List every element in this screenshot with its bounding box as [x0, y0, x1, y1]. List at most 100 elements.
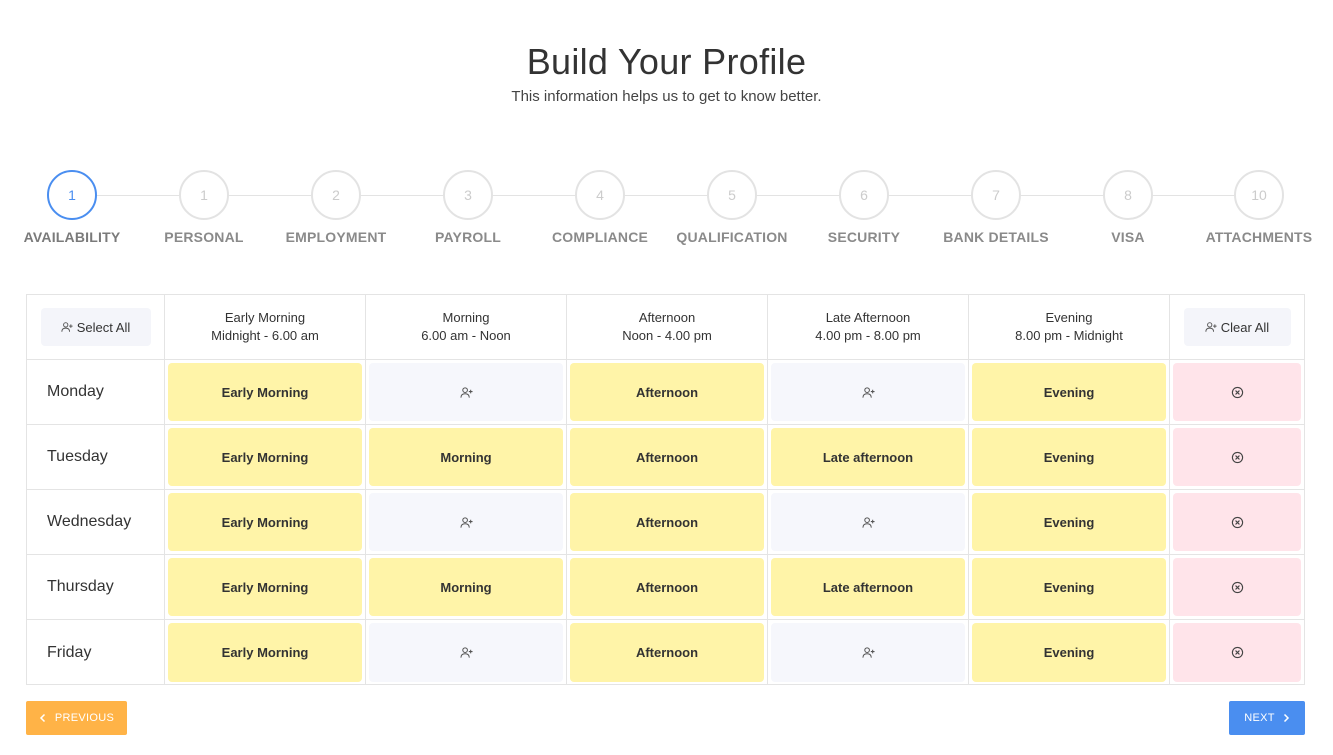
slot-empty[interactable]: [771, 493, 965, 551]
step-personal[interactable]: 1 PERSONAL: [129, 170, 279, 245]
slot-empty[interactable]: [369, 493, 563, 551]
slot-selected[interactable]: Evening: [972, 493, 1166, 551]
step-payroll[interactable]: 3 PAYROLL: [393, 170, 543, 245]
clear-row-button[interactable]: [1173, 363, 1301, 421]
step-employment[interactable]: 2 EMPLOYMENT: [261, 170, 411, 245]
day-label: Friday: [27, 620, 165, 685]
slot-cell: Evening: [969, 360, 1170, 425]
slot-cell: Late afternoon: [768, 555, 969, 620]
circle-x-icon: [1231, 516, 1244, 529]
slot-selected[interactable]: Afternoon: [570, 493, 764, 551]
slot-selected[interactable]: Evening: [972, 558, 1166, 616]
column-name: Evening: [1045, 310, 1093, 325]
column-name: Morning: [442, 310, 490, 325]
slot-selected[interactable]: Afternoon: [570, 428, 764, 486]
row-clear-cell: [1170, 490, 1304, 555]
slot-selected[interactable]: Afternoon: [570, 623, 764, 682]
slot-selected[interactable]: Evening: [972, 363, 1166, 421]
next-button-label: NEXT: [1244, 712, 1275, 724]
circle-x-icon: [1231, 451, 1244, 464]
column-header: Morning 6.00 am - Noon: [366, 295, 567, 360]
slot-cell: Evening: [969, 425, 1170, 490]
slot-empty[interactable]: [771, 363, 965, 421]
slot-selected[interactable]: Evening: [972, 623, 1166, 682]
clear-row-button[interactable]: [1173, 493, 1301, 551]
select-all-button[interactable]: Select All: [40, 308, 151, 346]
step-label: SECURITY: [827, 229, 901, 245]
slot-cell: [768, 620, 969, 685]
slot-selected[interactable]: Early Morning: [168, 623, 362, 682]
clear-all-button[interactable]: Clear All: [1183, 308, 1291, 346]
row-clear-cell: [1170, 620, 1304, 685]
column-time-range: 8.00 pm - Midnight: [1015, 328, 1123, 343]
step-number[interactable]: 7: [971, 170, 1021, 220]
step-number[interactable]: 4: [575, 170, 625, 220]
step-availability[interactable]: 1 AVAILABILITY: [0, 170, 147, 245]
slot-cell: [366, 360, 567, 425]
slot-selected[interactable]: Morning: [369, 558, 563, 616]
slot-cell: [366, 620, 567, 685]
circle-x-icon: [1231, 386, 1244, 399]
step-label: AVAILABILITY: [23, 229, 121, 245]
step-number[interactable]: 8: [1103, 170, 1153, 220]
chevron-left-icon: [39, 713, 47, 723]
user-plus-icon: [861, 646, 875, 659]
step-number[interactable]: 5: [707, 170, 757, 220]
slot-cell: Early Morning: [165, 620, 366, 685]
column-time-range: 4.00 pm - 8.00 pm: [815, 328, 921, 343]
user-plus-icon: [861, 386, 875, 399]
step-number[interactable]: 1: [47, 170, 97, 220]
user-plus-icon: [861, 516, 875, 529]
progress-stepper: 1 AVAILABILITY 1 PERSONAL 2 EMPLOYMENT 3 PAYROL…: [0, 170, 1333, 250]
clear-row-button[interactable]: [1173, 558, 1301, 616]
day-label: Monday: [27, 360, 165, 425]
slot-cell: [768, 490, 969, 555]
slot-selected[interactable]: Late afternoon: [771, 558, 965, 616]
slot-empty[interactable]: [771, 623, 965, 682]
slot-cell: [768, 360, 969, 425]
step-label: ATTACHMENTS: [1205, 229, 1313, 245]
slot-selected[interactable]: Early Morning: [168, 493, 362, 551]
chevron-right-icon: [1282, 713, 1290, 723]
row-clear-cell: [1170, 425, 1304, 490]
step-visa[interactable]: 8 VISA: [1053, 170, 1203, 245]
slot-empty[interactable]: [369, 623, 563, 682]
column-name: Early Morning: [224, 310, 306, 325]
next-button[interactable]: NEXT: [1229, 701, 1305, 735]
slot-selected[interactable]: Afternoon: [570, 363, 764, 421]
step-number[interactable]: 3: [443, 170, 493, 220]
slot-cell: Afternoon: [567, 425, 768, 490]
slot-empty[interactable]: [369, 363, 563, 421]
clear-row-button[interactable]: [1173, 428, 1301, 486]
slot-selected[interactable]: Late afternoon: [771, 428, 965, 486]
step-number[interactable]: 2: [311, 170, 361, 220]
slot-selected[interactable]: Evening: [972, 428, 1166, 486]
page-header: Build Your Profile This information help…: [0, 40, 1333, 105]
step-security[interactable]: 6 SECURITY: [789, 170, 939, 245]
circle-x-icon: [1231, 581, 1244, 594]
step-attachments[interactable]: 10 ATTACHMENTS: [1184, 170, 1333, 245]
clear-row-button[interactable]: [1173, 623, 1301, 682]
step-number[interactable]: 6: [839, 170, 889, 220]
slot-cell: Afternoon: [567, 490, 768, 555]
column-name: Late Afternoon: [825, 310, 911, 325]
previous-button[interactable]: PREVIOUS: [26, 701, 127, 735]
slot-selected[interactable]: Afternoon: [570, 558, 764, 616]
slot-cell: Early Morning: [165, 360, 366, 425]
slot-cell: Evening: [969, 490, 1170, 555]
row-clear-cell: [1170, 360, 1304, 425]
step-bank-details[interactable]: 7 BANK DETAILS: [921, 170, 1071, 245]
step-compliance[interactable]: 4 COMPLIANCE: [525, 170, 675, 245]
step-number[interactable]: 1: [179, 170, 229, 220]
select-all-cell: Select All: [27, 295, 165, 360]
slot-selected[interactable]: Early Morning: [168, 363, 362, 421]
slot-cell: Afternoon: [567, 620, 768, 685]
step-number[interactable]: 10: [1234, 170, 1284, 220]
slot-cell: [366, 490, 567, 555]
slot-selected[interactable]: Early Morning: [168, 558, 362, 616]
column-header: Late Afternoon 4.00 pm - 8.00 pm: [768, 295, 969, 360]
slot-selected[interactable]: Early Morning: [168, 428, 362, 486]
availability-table: Select All Early Morning Midnight - 6.00 a…: [26, 294, 1305, 685]
slot-selected[interactable]: Morning: [369, 428, 563, 486]
step-qualification[interactable]: 5 QUALIFICATION: [657, 170, 807, 245]
